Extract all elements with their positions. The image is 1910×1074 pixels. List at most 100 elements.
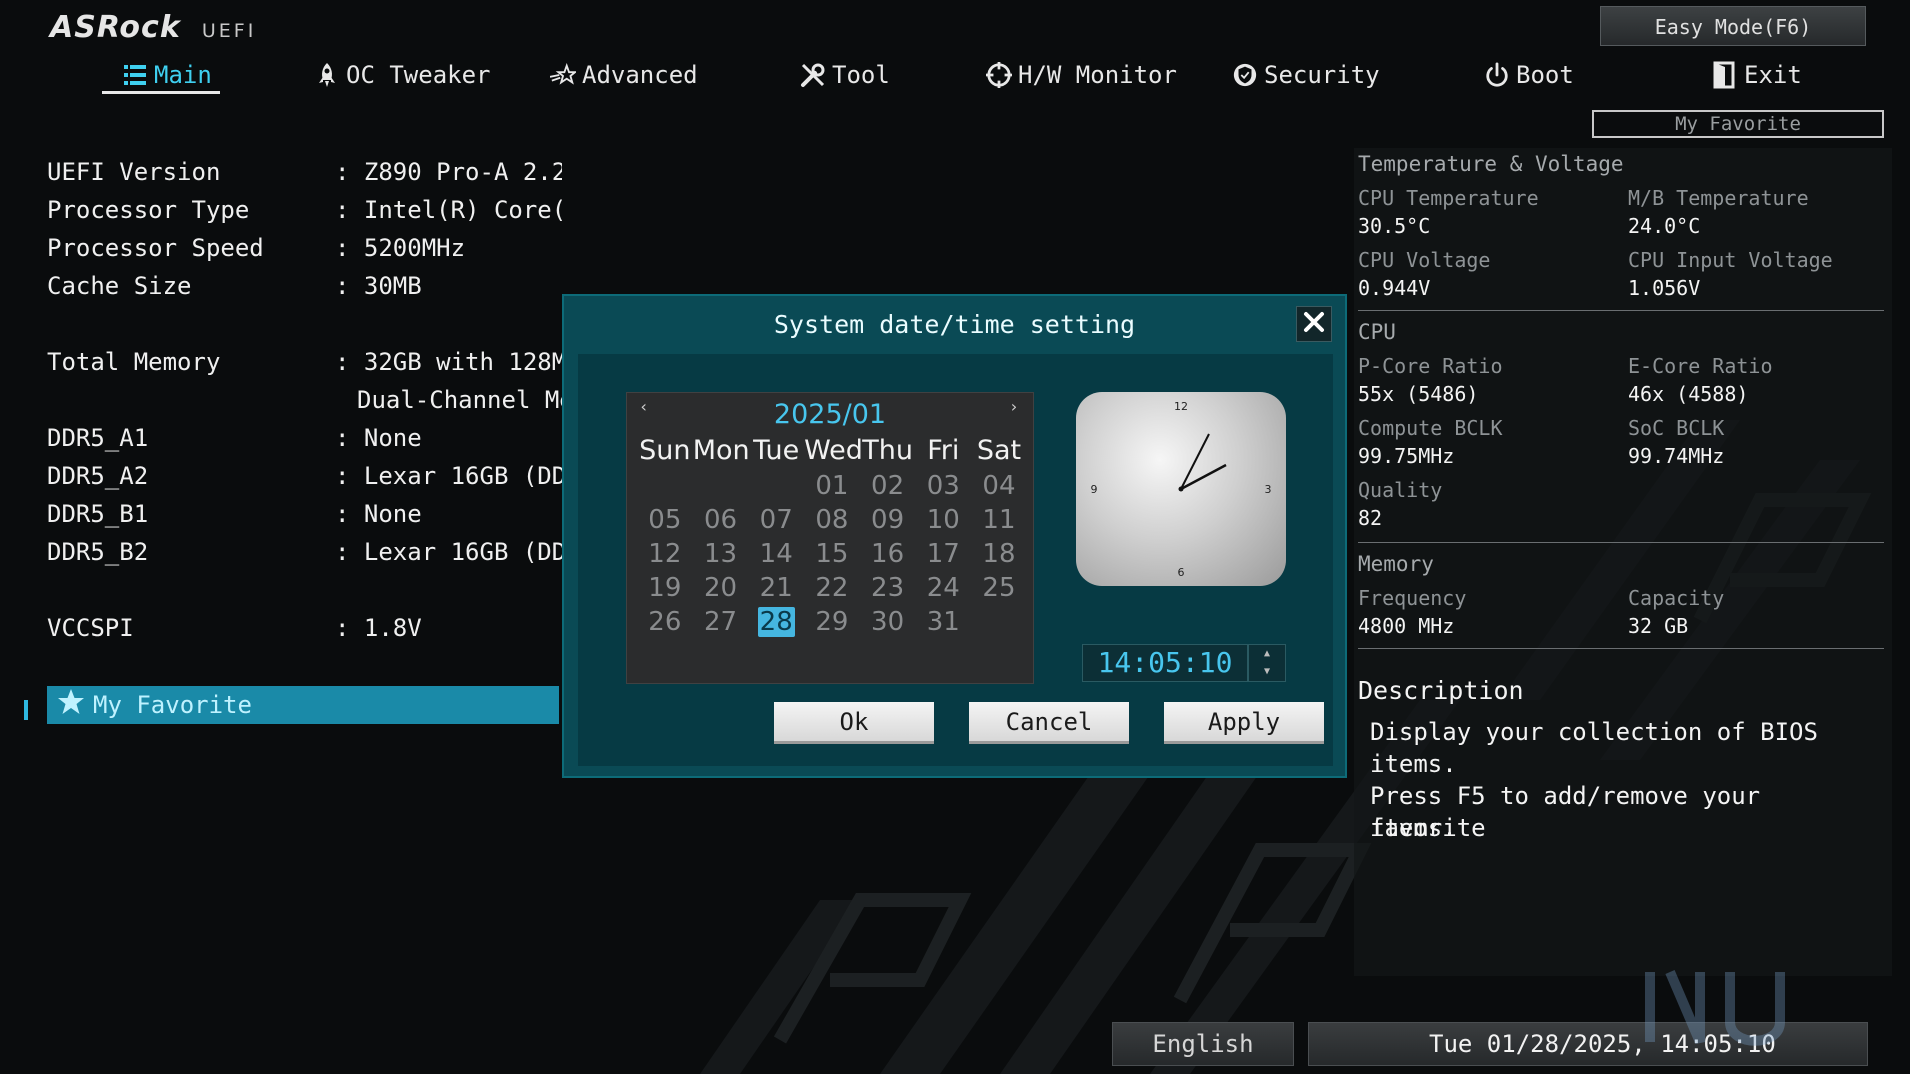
cpu-input-voltage-value: 1.056V [1628, 276, 1701, 300]
weekday-label: Wed [804, 435, 863, 466]
calendar-day[interactable]: 23 [860, 571, 916, 605]
system-info-clip: UEFI Version : Z890 Pro-A 2.22.AS05 Proc… [47, 158, 562, 758]
tab-exit[interactable]: Exit [1712, 55, 1802, 95]
weekday-label: Fri [927, 435, 960, 466]
info-value: : 30MB [335, 272, 422, 300]
list-icon [122, 62, 148, 88]
calendar-day[interactable]: 30 [860, 605, 916, 639]
calendar-day[interactable]: 20 [693, 571, 749, 605]
calendar-day[interactable]: 08 [804, 503, 860, 537]
calendar-day-number: 17 [926, 539, 960, 569]
language-button[interactable]: English [1112, 1022, 1294, 1066]
time-spinner[interactable]: ▲ ▼ [1248, 644, 1286, 682]
calendar-day-number: 11 [982, 505, 1016, 535]
info-label: VCCSPI [47, 614, 134, 642]
calendar-day[interactable]: 04 [971, 469, 1027, 503]
calendar-day[interactable]: 03 [915, 469, 971, 503]
ecore-ratio-value: 46x (4588) [1628, 382, 1749, 406]
spin-up-icon[interactable]: ▲ [1249, 645, 1285, 663]
spin-down-icon[interactable]: ▼ [1249, 663, 1285, 681]
easy-mode-button[interactable]: Easy Mode(F6) [1600, 6, 1866, 46]
calendar-day[interactable]: 29 [804, 605, 860, 639]
calendar-day[interactable]: 15 [804, 537, 860, 571]
calendar-day[interactable]: 27 [693, 605, 749, 639]
tab-main[interactable]: Main [122, 55, 212, 95]
calendar-month: 2025/01 [773, 399, 887, 430]
calendar-day-number: 16 [871, 539, 905, 569]
clock-number: 12 [1174, 400, 1188, 413]
my-favorite-label: My Favorite [93, 691, 252, 719]
weekday-header: Sun Mon Tue Wed Thu Fri Sat [637, 435, 1027, 466]
tab-boot-label: Boot [1516, 61, 1574, 89]
calendar-day[interactable]: 14 [748, 537, 804, 571]
divider [1358, 542, 1884, 543]
pcore-ratio-label: P-Core Ratio [1358, 354, 1503, 378]
weekday-label: Sun [639, 435, 691, 466]
compute-bclk-label: Compute BCLK [1358, 416, 1503, 440]
tab-main-label: Main [154, 61, 212, 89]
calendar-day-number: 04 [982, 471, 1016, 501]
calendar-day[interactable]: 26 [637, 605, 693, 639]
calendar-day[interactable]: 19 [637, 571, 693, 605]
calendar-day-number: 18 [982, 539, 1016, 569]
tab-security[interactable]: Security [1232, 55, 1380, 95]
frequency-value: 4800 MHz [1358, 614, 1455, 638]
info-value: : Intel(R) Core(TM) Ultra 7 265K [335, 196, 562, 224]
calendar-day[interactable]: 31 [915, 605, 971, 639]
calendar-day[interactable]: 11 [971, 503, 1027, 537]
calendar-day[interactable]: 16 [860, 537, 916, 571]
clock-number: 6 [1178, 566, 1185, 579]
calendar-day[interactable]: 01 [804, 469, 860, 503]
calendar-day[interactable]: 07 [748, 503, 804, 537]
tab-boot[interactable]: Boot [1484, 55, 1574, 95]
calendar-day[interactable]: 25 [971, 571, 1027, 605]
calendar-day-number: 03 [926, 471, 960, 501]
calendar-day[interactable]: 24 [915, 571, 971, 605]
calendar-day-selected[interactable]: 28 [748, 605, 804, 639]
my-favorite-button[interactable]: My Favorite [1592, 110, 1884, 138]
calendar-day-number: 09 [871, 505, 905, 535]
calendar-day[interactable]: 09 [860, 503, 916, 537]
tab-oc-tweaker[interactable]: OC Tweaker [314, 55, 491, 95]
time-input[interactable]: 14:05:10 [1082, 644, 1248, 682]
exit-icon [1712, 61, 1738, 89]
weekday-label: Tue [753, 435, 800, 466]
calendar-day [693, 469, 749, 503]
tab-tool[interactable]: Tool [800, 55, 890, 95]
calendar-day[interactable]: 02 [860, 469, 916, 503]
calendar-day[interactable]: 17 [915, 537, 971, 571]
tab-hw-monitor-label: H/W Monitor [1018, 61, 1177, 89]
quality-value: 82 [1358, 506, 1383, 530]
my-favorite-item[interactable]: My Favorite [47, 686, 559, 724]
ecore-ratio-label: E-Core Ratio [1628, 354, 1773, 378]
calendar-day[interactable]: 18 [971, 537, 1027, 571]
calendar-day[interactable]: 06 [693, 503, 749, 537]
calendar-grid: Sun Mon Tue Wed Thu Fri Sat 01 02 03 04 05 06 07 08 09… [637, 435, 1027, 639]
ok-button[interactable]: Ok [774, 702, 934, 744]
calendar-day[interactable]: 12 [637, 537, 693, 571]
calendar: ‹ › 2025/01 Sun Mon Tue Wed Thu Fri Sat 01 02 03… [626, 392, 1034, 684]
calendar-day[interactable]: 05 [637, 503, 693, 537]
tab-oc-tweaker-label: OC Tweaker [346, 61, 491, 89]
analog-clock: 12 3 6 9 [1076, 392, 1286, 586]
cancel-button[interactable]: Cancel [969, 702, 1129, 744]
section-temp-voltage: Temperature & Voltage [1358, 152, 1624, 176]
calendar-day[interactable]: 22 [804, 571, 860, 605]
power-icon [1484, 62, 1510, 88]
tab-exit-label: Exit [1744, 61, 1802, 89]
tab-advanced[interactable]: Advanced [550, 55, 698, 95]
frequency-label: Frequency [1358, 586, 1467, 610]
apply-button[interactable]: Apply [1164, 702, 1324, 744]
selection-marker [24, 700, 28, 720]
cpu-input-voltage-label: CPU Input Voltage [1628, 248, 1833, 272]
dialog-title: System date/time setting [773, 310, 1136, 339]
close-button[interactable] [1296, 306, 1332, 342]
calendar-day[interactable]: 10 [915, 503, 971, 537]
calendar-day[interactable]: 13 [693, 537, 749, 571]
tab-hw-monitor[interactable]: H/W Monitor [986, 55, 1177, 95]
calendar-day-number: 07 [759, 505, 793, 535]
info-label: Total Memory [47, 348, 221, 376]
calendar-day-number: 01 [815, 471, 849, 501]
system-datetime[interactable]: Tue 01/28/2025, 14:05:10 [1308, 1022, 1868, 1066]
calendar-day[interactable]: 21 [748, 571, 804, 605]
